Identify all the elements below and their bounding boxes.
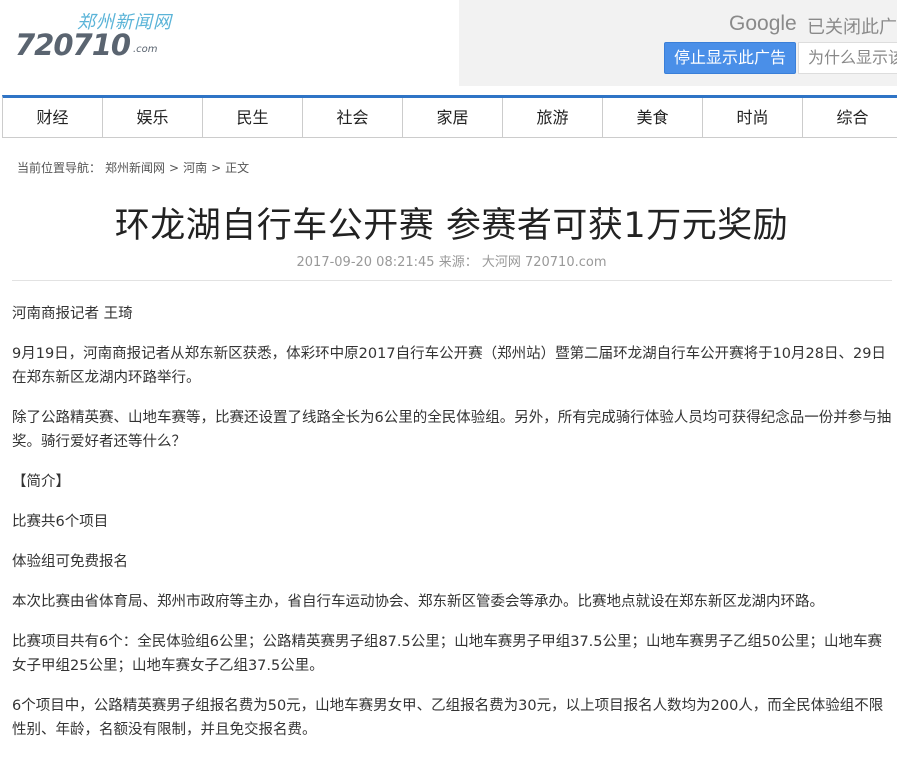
nav-item-livelihood[interactable]: 民生 — [203, 98, 303, 137]
article-paragraph: 比赛项目共有6个：全民体验组6公里；公路精英赛男子组87.5公里；山地车赛男子甲… — [12, 634, 882, 674]
nav-item-travel[interactable]: 旅游 — [503, 98, 603, 137]
article-paragraph: 比赛共6个项目 — [12, 514, 109, 530]
article-paragraph: 体验组可免费报名 — [12, 554, 128, 570]
article-body: 河南商报记者 王琦 9月19日，河南商报记者从郑东新区获悉，体彩环中原2017自… — [12, 302, 892, 758]
nav-item-food[interactable]: 美食 — [603, 98, 703, 137]
main-nav: 财经 娱乐 民生 社会 家居 旅游 美食 时尚 综合 — [2, 95, 897, 138]
nav-item-society[interactable]: 社会 — [303, 98, 403, 137]
article-paragraph: 河南商报记者 王琦 — [12, 306, 133, 322]
logo-suffix: .com — [133, 44, 158, 55]
article-meta: 2017-09-20 08:21:45 来源： 大河网 720710.com — [296, 255, 607, 270]
article-paragraph: 本次比赛由省体育局、郑州市政府等主办，省自行车运动协会、郑东新区管委会等承办。比… — [12, 594, 824, 610]
article-paragraph: 9月19日，河南商报记者从郑东新区获悉，体彩环中原2017自行车公开赛（郑州站）… — [12, 346, 886, 386]
breadcrumb-separator: > — [169, 161, 180, 175]
article-title: 环龙湖自行车公开赛 参赛者可获1万元奖励 — [114, 206, 789, 246]
breadcrumb-prefix: 当前位置导航： — [17, 161, 102, 175]
nav-item-finance[interactable]: 财经 — [3, 98, 103, 137]
breadcrumb-current: 正文 — [225, 161, 250, 175]
breadcrumb: 当前位置导航： 郑州新闻网 > 河南 > 正文 — [17, 159, 253, 176]
nav-item-fashion[interactable]: 时尚 — [703, 98, 803, 137]
nav-item-general[interactable]: 综合 — [803, 98, 897, 137]
article-paragraph: 除了公路精英赛、山地车赛等，比赛还设置了线路全长为6公里的全民体验组。另外，所有… — [12, 410, 892, 450]
logo-number: 720710 — [15, 28, 131, 62]
breadcrumb-section-link[interactable]: 河南 — [183, 161, 207, 175]
article-paragraph: 【简介】 — [12, 474, 70, 490]
google-ad-brand: Google — [729, 12, 797, 35]
article-paragraph: 6个项目中，公路精英赛男子组报名费为50元，山地车赛男女甲、乙组报名费为30元，… — [12, 698, 884, 738]
title-divider — [12, 280, 892, 281]
ad-panel: Google 已关闭此广告 停止显示此广告 为什么显示该广告？ — [459, 0, 897, 86]
why-ad-button[interactable]: 为什么显示该广告？ — [798, 42, 897, 74]
breadcrumb-separator: > — [211, 161, 222, 175]
nav-item-entertainment[interactable]: 娱乐 — [103, 98, 203, 137]
breadcrumb-home-link[interactable]: 郑州新闻网 — [105, 161, 165, 175]
site-header: 郑州新闻网 720710 .com Google 已关闭此广告 停止显示此广告 … — [0, 0, 897, 86]
nav-item-home[interactable]: 家居 — [403, 98, 503, 137]
stop-ad-button[interactable]: 停止显示此广告 — [664, 42, 796, 74]
site-logo[interactable]: 郑州新闻网 720710 .com — [15, 6, 185, 66]
ad-closed-text: 已关闭此广告 — [807, 17, 897, 38]
